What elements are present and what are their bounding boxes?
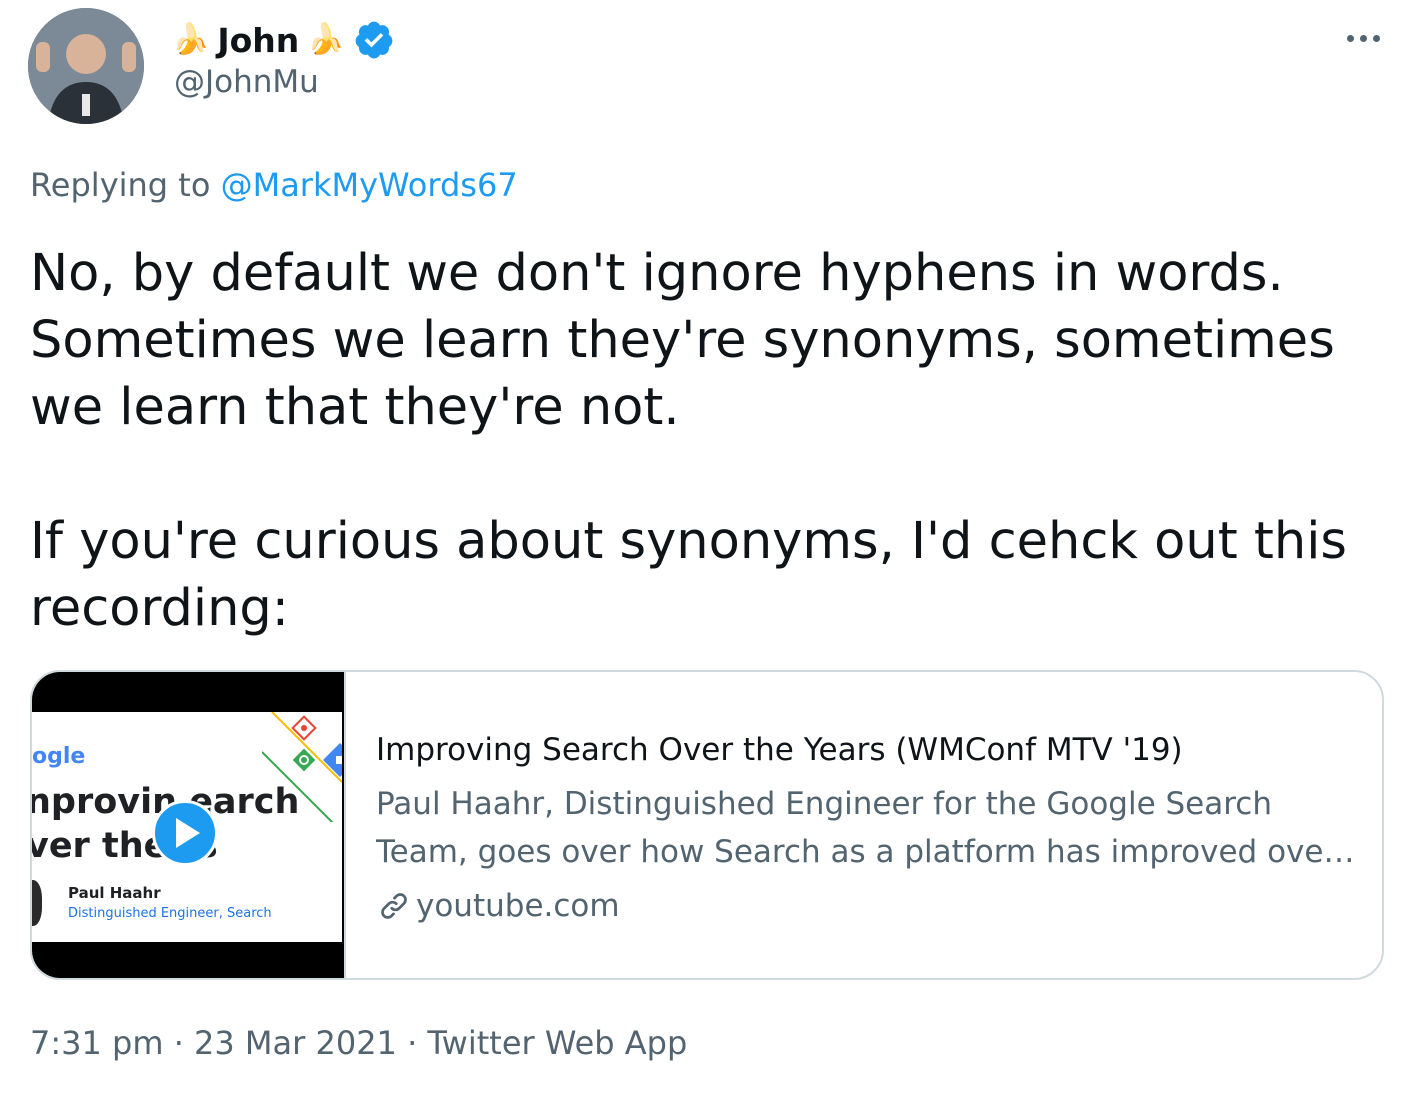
tweet-text: No, by default we don't ignore hyphens i… (30, 240, 1370, 642)
author-name[interactable]: John (217, 21, 299, 60)
speaker-silhouette (32, 880, 42, 926)
thumbnail-role: Distinguished Engineer, Search (68, 906, 272, 921)
more-options-button[interactable] (1341, 18, 1385, 58)
reply-mention-link[interactable]: @MarkMyWords67 (221, 166, 518, 204)
card-title[interactable]: Improving Search Over the Years (WMConf … (376, 728, 1382, 772)
author-handle[interactable]: @JohnMu (174, 64, 319, 100)
video-thumbnail[interactable]: ogle nprovin earch ver the rs Paul Haahr… (32, 672, 346, 978)
more-dot-icon (1346, 34, 1354, 42)
card-body[interactable]: Improving Search Over the Years (WMConf … (346, 672, 1382, 978)
tweet-paragraph: No, by default we don't ignore hyphens i… (30, 244, 1335, 437)
tweet-paragraph: If you're curious about synonyms, I'd ce… (30, 512, 1347, 638)
verified-badge-icon (355, 21, 393, 59)
thumbnail-logo: ogle (32, 744, 86, 769)
thumbnail-slide: ogle nprovin earch ver the rs Paul Haahr… (32, 712, 342, 942)
play-button[interactable] (152, 800, 218, 866)
replying-prefix: Replying to (30, 166, 211, 204)
tweet-meta[interactable]: 7:31 pm · 23 Mar 2021 · Twitter Web App (30, 1024, 687, 1062)
link-icon (381, 893, 407, 919)
banana-emoji-icon: 🍌 (307, 22, 345, 57)
replying-to-line: Replying to @MarkMyWords67 (30, 166, 518, 204)
more-dot-icon (1372, 34, 1380, 42)
avatar[interactable] (28, 8, 144, 124)
card-description: Paul Haahr, Distinguished Engineer for t… (376, 786, 1337, 870)
more-dot-icon (1359, 34, 1367, 42)
banana-emoji-icon: 🍌 (172, 22, 210, 57)
card-domain-text[interactable]: youtube.com (416, 884, 620, 928)
card-domain[interactable]: youtube.com (376, 884, 1382, 928)
thumbnail-speaker: Paul Haahr (68, 884, 161, 902)
avatar-photo-icon (28, 8, 144, 124)
link-preview-card[interactable]: ogle nprovin earch ver the rs Paul Haahr… (30, 670, 1384, 980)
author-name-row[interactable]: 🍌 John 🍌 (172, 18, 395, 62)
decorative-search-icons (262, 712, 342, 822)
